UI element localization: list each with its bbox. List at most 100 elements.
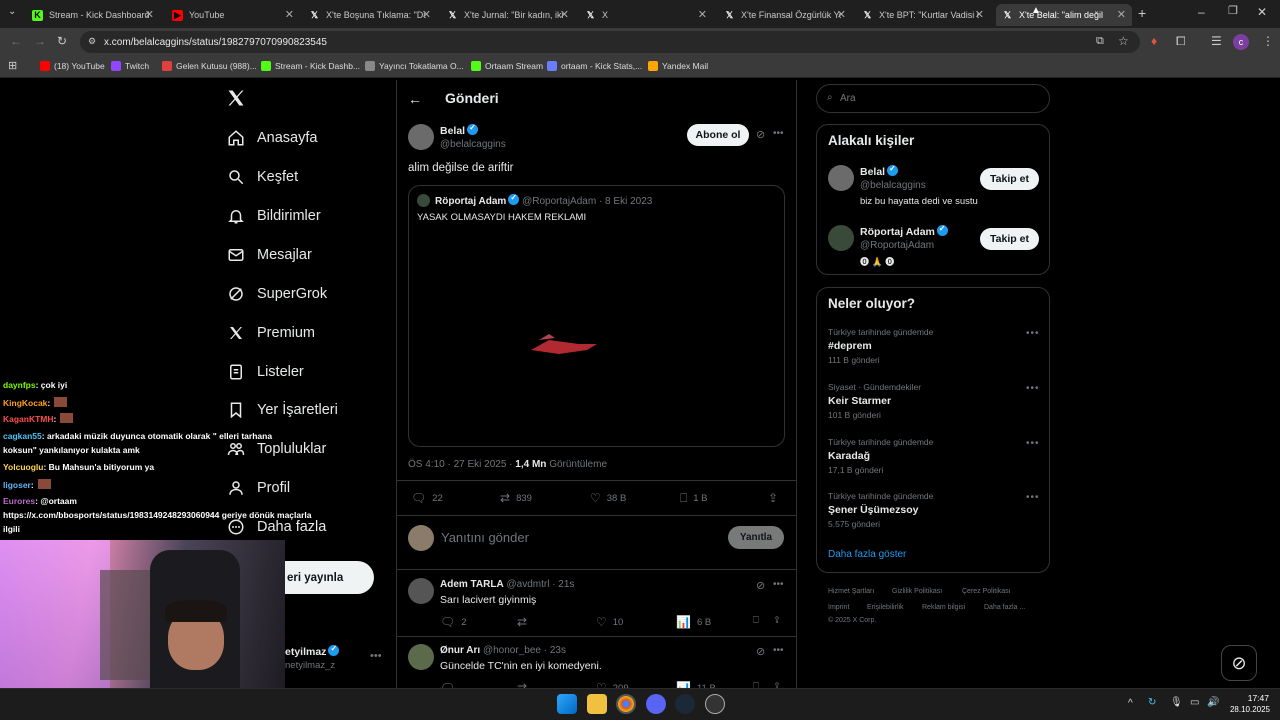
- post-more-icon[interactable]: •••: [773, 128, 784, 139]
- back-arrow-icon[interactable]: ←: [408, 91, 422, 107]
- bookmark-star-icon[interactable]: ☆: [1118, 34, 1129, 48]
- reply-author-name[interactable]: Ønur Arı: [440, 645, 480, 656]
- forward-icon[interactable]: →: [34, 34, 46, 48]
- browser-tab[interactable]: 𝕏 X'te Finansal Özgürlük Yo ✕: [718, 4, 852, 26]
- browser-tab[interactable]: K Stream - Kick Dashboard ✕: [26, 4, 160, 26]
- tab-search-icon[interactable]: ⌄: [8, 6, 16, 17]
- url-text[interactable]: x.com/belalcaggins/status/19827970709908…: [104, 37, 327, 48]
- obs-icon[interactable]: [705, 694, 725, 714]
- tray-sync-icon[interactable]: ↻: [1148, 697, 1156, 708]
- nav-item-anasayfa[interactable]: Anasayfa: [227, 125, 317, 151]
- close-window-button[interactable]: ✕: [1257, 5, 1267, 19]
- nav-item-premium[interactable]: Premium: [227, 320, 315, 346]
- extensions-puzzle-icon[interactable]: ⧠: [1176, 34, 1186, 49]
- footer-link[interactable]: Gizlilik Politikası: [892, 588, 942, 595]
- follow-button[interactable]: Takip et: [980, 228, 1039, 250]
- heart-action[interactable]: ♡ 10: [596, 615, 623, 629]
- tab-close-icon[interactable]: ✕: [422, 8, 431, 21]
- tab-close-icon[interactable]: ✕: [698, 8, 707, 21]
- tab-close-icon[interactable]: ✕: [145, 8, 154, 21]
- minimize-button[interactable]: –: [1198, 5, 1205, 19]
- repost-action[interactable]: ⇄ 839: [500, 491, 532, 505]
- subscribe-button[interactable]: Abone ol: [687, 124, 749, 146]
- file-explorer-icon[interactable]: [587, 694, 607, 714]
- reply-avatar[interactable]: [408, 644, 434, 670]
- nav-item-bildirimler[interactable]: Bildirimler: [227, 203, 321, 229]
- microphone-icon[interactable]: 🎙: [1170, 697, 1183, 708]
- tab-close-icon[interactable]: ✕: [975, 8, 984, 21]
- share-icon[interactable]: ⇪: [768, 491, 784, 505]
- install-app-icon[interactable]: ⧉: [1096, 35, 1104, 48]
- footer-link[interactable]: Imprint: [828, 604, 849, 611]
- author-name[interactable]: Belal: [440, 123, 479, 137]
- repost-action[interactable]: ⇄: [517, 615, 533, 629]
- account-more-icon[interactable]: •••: [370, 650, 382, 662]
- discord-icon[interactable]: [646, 694, 666, 714]
- clock-date[interactable]: 28.10.2025: [1220, 705, 1270, 714]
- bookmark-item[interactable]: Ortaam Stream: [471, 61, 543, 71]
- reply-action[interactable]: 🗨 2: [440, 615, 467, 629]
- browser-tab[interactable]: 𝕏 X'te Jurnal: "Bir kadın, iki ✕: [441, 4, 575, 26]
- person-name[interactable]: Belal: [860, 164, 899, 178]
- chrome-icon[interactable]: [616, 694, 636, 714]
- tray-chevron-icon[interactable]: ^: [1128, 698, 1133, 709]
- author-handle[interactable]: @belalcaggins: [440, 139, 506, 150]
- bookmark-action[interactable]: ⎕ 1 B: [680, 491, 707, 506]
- nav-item-mesajlar[interactable]: Mesajlar: [227, 242, 312, 268]
- grok-float-button[interactable]: ⊘: [1221, 645, 1257, 681]
- apps-grid-icon[interactable]: ⊞: [8, 59, 17, 72]
- reply-button[interactable]: Yanıtla: [728, 526, 784, 549]
- show-more-link[interactable]: Daha fazla göster: [828, 549, 906, 560]
- menu-icon[interactable]: ⋮: [1262, 34, 1274, 48]
- bookmark-item[interactable]: Stream - Kick Dashb...: [261, 61, 360, 71]
- extension-icon[interactable]: ♦: [1151, 34, 1157, 48]
- quote-video[interactable]: [409, 232, 784, 446]
- person-handle[interactable]: @belalcaggins: [860, 180, 926, 191]
- post-button[interactable]: eri yayınla: [285, 561, 374, 594]
- footer-link[interactable]: Daha fazla ...: [984, 604, 1025, 611]
- trend-more-icon[interactable]: •••: [1026, 438, 1040, 449]
- footer-link[interactable]: Erişilebilirlik: [867, 604, 904, 611]
- grok-icon[interactable]: ⊘: [756, 645, 765, 658]
- nav-item-profil[interactable]: Profil: [227, 475, 290, 501]
- reply-author-name[interactable]: Adem TARLA: [440, 579, 504, 590]
- clock-time[interactable]: 17:47: [1229, 693, 1269, 703]
- follow-button[interactable]: Takip et: [980, 168, 1039, 190]
- footer-link[interactable]: Çerez Politikası: [962, 588, 1011, 595]
- account-name[interactable]: etyilmaz: [285, 644, 340, 658]
- footer-link[interactable]: Hizmet Şartları: [828, 588, 874, 595]
- x-logo-icon[interactable]: [226, 88, 246, 113]
- reply-more-icon[interactable]: •••: [773, 579, 784, 590]
- bookmark-item[interactable]: Gelen Kutusu (988)...: [162, 61, 257, 71]
- browser-tab[interactable]: 𝕏 X ✕: [579, 4, 713, 26]
- views-action[interactable]: 📊 6 B: [676, 615, 711, 629]
- reload-icon[interactable]: ↻: [57, 34, 67, 48]
- browser-tab[interactable]: 𝕏 X'te Boşuna Tıklama: "Dü ✕: [303, 4, 437, 26]
- grok-icon[interactable]: ⊘: [756, 579, 765, 592]
- like-action[interactable]: ♡ 38 B: [590, 491, 626, 505]
- share-icon[interactable]: ⇪: [773, 615, 781, 626]
- browser-tab[interactable]: 𝕏 X'te Belal: "alim değil ✕: [996, 4, 1132, 26]
- maximize-button[interactable]: ❐: [1228, 4, 1238, 17]
- start-menu-icon[interactable]: [557, 694, 577, 714]
- trend-more-icon[interactable]: •••: [1026, 383, 1040, 394]
- nav-item-supergrok[interactable]: SuperGrok: [227, 281, 327, 307]
- reply-author-handle[interactable]: @avdmtrl: [506, 579, 549, 590]
- bookmark-icon[interactable]: ⎕: [753, 615, 759, 626]
- volume-icon[interactable]: 🔊: [1207, 697, 1219, 708]
- bookmark-item[interactable]: (18) YouTube: [40, 61, 105, 71]
- tab-close-icon[interactable]: ✕: [285, 8, 294, 21]
- display-icon[interactable]: ▭: [1190, 697, 1199, 708]
- browser-tab[interactable]: 𝕏 X'te BPT: "Kurtlar Vadisi d ✕: [856, 4, 990, 26]
- new-tab-button[interactable]: +: [1138, 5, 1146, 21]
- footer-link[interactable]: Reklam bilgisi: [922, 604, 965, 611]
- person-avatar[interactable]: [828, 225, 854, 251]
- nav-item-keşfet[interactable]: Keşfet: [227, 164, 298, 190]
- bookmark-item[interactable]: Yayıncı Tokatlama O...: [365, 61, 464, 71]
- nav-item-yer-i-şaretleri[interactable]: Yer İşaretleri: [227, 397, 338, 423]
- bookmark-item[interactable]: Yandex Mail: [648, 61, 708, 71]
- bookmark-item[interactable]: Twitch: [111, 61, 149, 71]
- steam-icon[interactable]: [675, 694, 695, 714]
- reply-action[interactable]: 🗨 22: [411, 491, 443, 505]
- grok-icon[interactable]: ⊘: [756, 128, 765, 141]
